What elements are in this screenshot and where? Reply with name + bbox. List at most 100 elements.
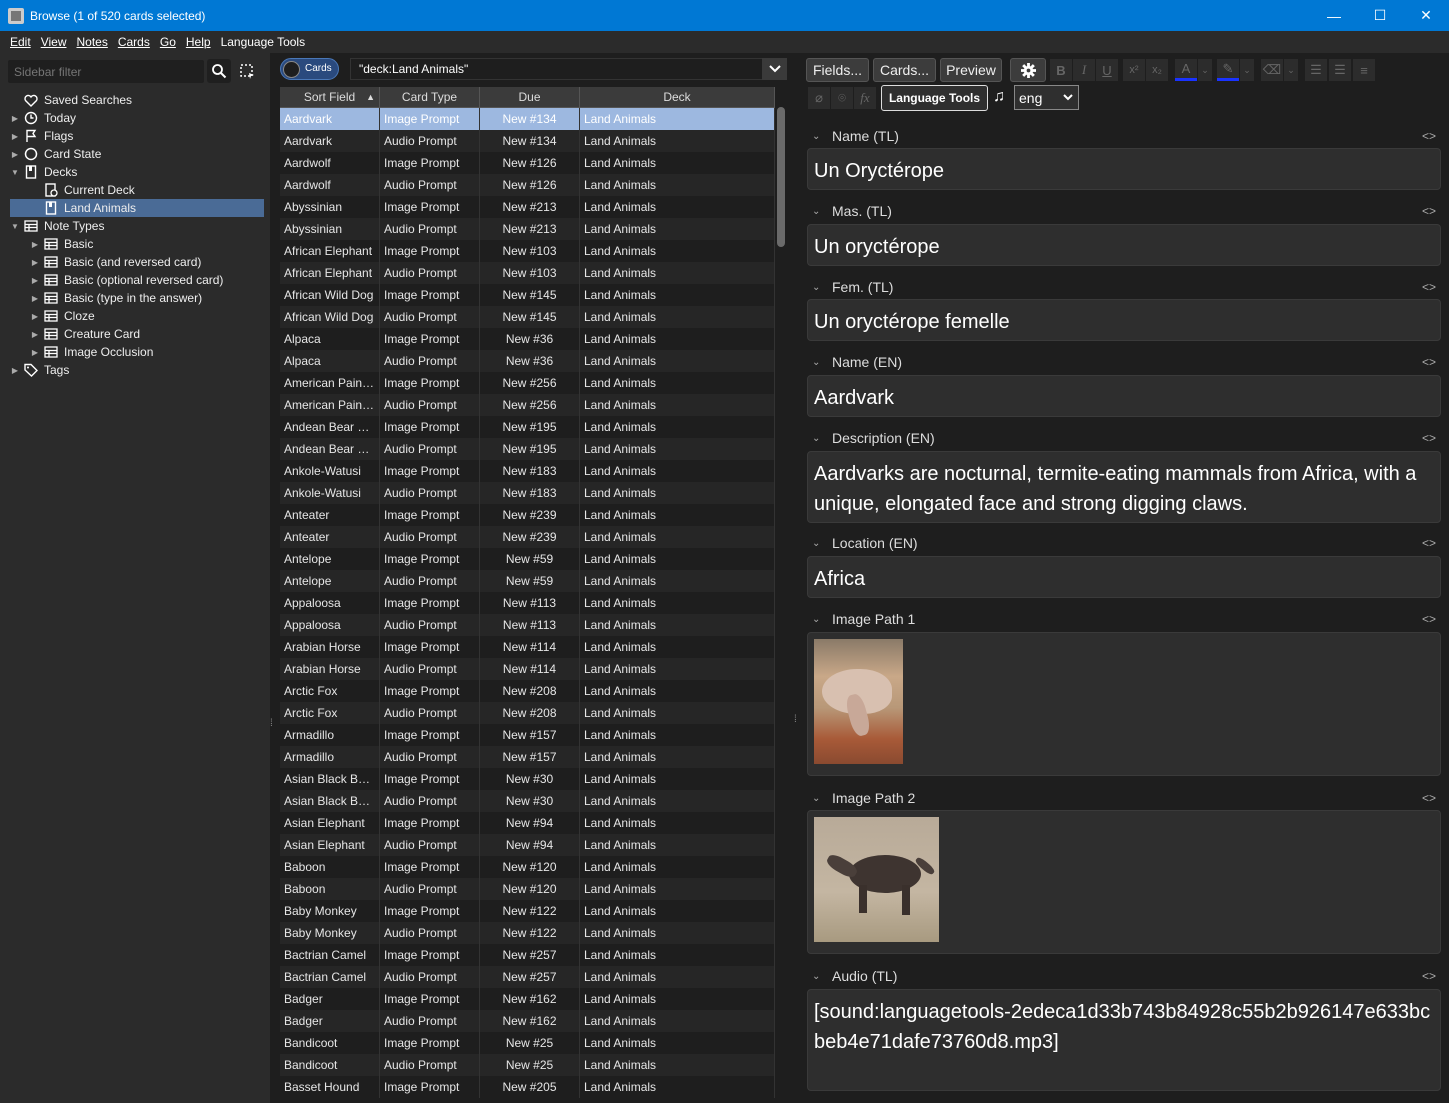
superscript-icon[interactable]: x²	[1123, 59, 1145, 81]
sidebar-splitter[interactable]: ⁞	[270, 718, 273, 732]
table-row[interactable]: Baby Monkey Image Prompt New #122 Land Anim…	[280, 900, 775, 922]
sidebar-item-basic-and-reversed-card[interactable]: ▶ Basic (and reversed card)	[10, 253, 264, 271]
sidebar-item-saved-searches[interactable]: Saved Searches	[10, 91, 264, 109]
sidebar-item-land-animals[interactable]: Land Animals	[10, 199, 264, 217]
settings-button[interactable]	[1010, 58, 1046, 82]
collapsed-arrow-icon[interactable]: ▶	[30, 289, 40, 307]
menu-view[interactable]: View	[36, 35, 72, 49]
italic-icon[interactable]: I	[1073, 59, 1095, 81]
html-editor-toggle-icon[interactable]: <>	[1422, 969, 1436, 983]
table-row[interactable]: Baboon Audio Prompt New #120 Land Animals	[280, 878, 775, 900]
column-header-card-type[interactable]: Card Type	[380, 87, 480, 107]
expanded-arrow-icon[interactable]: ▼	[10, 163, 20, 181]
table-row[interactable]: Bandicoot Audio Prompt New #25 Land Animals	[280, 1054, 775, 1076]
table-row[interactable]: Abyssinian Audio Prompt New #213 Land Anima…	[280, 218, 775, 240]
sidebar-item-current-deck[interactable]: Current Deck	[10, 181, 264, 199]
sidebar-item-creature-card[interactable]: ▶ Creature Card	[10, 325, 264, 343]
sidebar-item-image-occlusion[interactable]: ▶ Image Occlusion	[10, 343, 264, 361]
table-row[interactable]: Andean Bear … Audio Prompt New #195 Land An…	[280, 438, 775, 460]
table-row[interactable]: Arctic Fox Audio Prompt New #208 Land Anima…	[280, 702, 775, 724]
collapsed-arrow-icon[interactable]: ▶	[30, 235, 40, 253]
sidebar-item-flags[interactable]: ▶ Flags	[10, 127, 264, 145]
editor-splitter[interactable]: ⁞	[794, 714, 797, 728]
maximize-button[interactable]: ☐	[1357, 0, 1403, 31]
table-row[interactable]: Appaloosa Audio Prompt New #113 Land Animal…	[280, 614, 775, 636]
collapse-field-icon[interactable]: ⌄	[812, 131, 826, 142]
cards-button[interactable]: Cards...	[873, 58, 936, 82]
collapsed-arrow-icon[interactable]: ▶	[30, 307, 40, 325]
field-input-image-path-2[interactable]	[807, 810, 1441, 954]
table-row[interactable]: Aardwolf Audio Prompt New #126 Land Animals	[280, 174, 775, 196]
html-editor-toggle-icon[interactable]: <>	[1422, 612, 1436, 626]
table-row[interactable]: Ankole-Watusi Audio Prompt New #183 Land An…	[280, 482, 775, 504]
menu-edit[interactable]: Edit	[5, 35, 36, 49]
chevron-down-icon[interactable]: ⌄	[1284, 59, 1298, 81]
bold-icon[interactable]: B	[1050, 59, 1072, 81]
field-input-mas-tl[interactable]: Un oryctérope	[807, 224, 1441, 266]
html-editor-toggle-icon[interactable]: <>	[1422, 204, 1436, 218]
collapse-field-icon[interactable]: ⌄	[812, 793, 826, 804]
highlight-icon[interactable]: ✎	[1217, 59, 1239, 81]
fields-button[interactable]: Fields...	[806, 58, 869, 82]
menu-cards[interactable]: Cards	[113, 35, 155, 49]
collapsed-arrow-icon[interactable]: ▶	[30, 325, 40, 343]
column-header-sort-field[interactable]: Sort Field ▲	[280, 87, 380, 107]
collapsed-arrow-icon[interactable]: ▶	[30, 343, 40, 361]
table-row[interactable]: Armadillo Audio Prompt New #157 Land Animal…	[280, 746, 775, 768]
collapsed-arrow-icon[interactable]: ▶	[30, 271, 40, 289]
table-row[interactable]: Badger Audio Prompt New #162 Land Animals	[280, 1010, 775, 1032]
preview-button[interactable]: Preview	[940, 58, 1002, 82]
collapse-field-icon[interactable]: ⌄	[812, 206, 826, 217]
menu-notes[interactable]: Notes	[71, 35, 112, 49]
language-select[interactable]: eng	[1014, 85, 1079, 110]
sidebar-item-basic-optional-reversed-card[interactable]: ▶ Basic (optional reversed card)	[10, 271, 264, 289]
cards-notes-toggle[interactable]: Cards	[280, 58, 339, 80]
table-row[interactable]: Anteater Image Prompt New #239 Land Animals	[280, 504, 775, 526]
table-row[interactable]: African Wild Dog Image Prompt New #145 Land…	[280, 284, 775, 306]
field-input-audio-tl[interactable]: [sound:languagetools-2edeca1d33b743b8492…	[807, 989, 1441, 1091]
table-row[interactable]: Appaloosa Image Prompt New #113 Land Animal…	[280, 592, 775, 614]
table-row[interactable]: Andean Bear … Image Prompt New #195 Land An…	[280, 416, 775, 438]
table-row[interactable]: Abyssinian Image Prompt New #213 Land Anima…	[280, 196, 775, 218]
menu-go[interactable]: Go	[155, 35, 181, 49]
chevron-down-icon[interactable]: ⌄	[1198, 59, 1212, 81]
field-input-name-tl[interactable]: Un Oryctérope	[807, 148, 1441, 190]
collapsed-arrow-icon[interactable]: ▶	[10, 109, 20, 127]
table-row[interactable]: Alpaca Audio Prompt New #36 Land Animals	[280, 350, 775, 372]
collapse-field-icon[interactable]: ⌄	[812, 357, 826, 368]
collapse-field-icon[interactable]: ⌄	[812, 971, 826, 982]
music-note-icon[interactable]: ♫	[993, 88, 1005, 106]
table-row[interactable]: Arabian Horse Image Prompt New #114 Land An…	[280, 636, 775, 658]
search-history-dropdown[interactable]	[762, 58, 787, 80]
sidebar-filter-input[interactable]	[8, 60, 204, 83]
table-row[interactable]: Asian Black B… Image Prompt New #30 Land An…	[280, 768, 775, 790]
sidebar-item-tags[interactable]: ▶ Tags	[10, 361, 264, 379]
table-row[interactable]: Arctic Fox Image Prompt New #208 Land Anima…	[280, 680, 775, 702]
collapsed-arrow-icon[interactable]: ▶	[10, 145, 20, 163]
table-scrollbar[interactable]	[775, 87, 787, 1103]
table-row[interactable]: Baboon Image Prompt New #120 Land Animals	[280, 856, 775, 878]
select-mode-button[interactable]	[235, 59, 259, 83]
chevron-down-icon[interactable]: ⌄	[1240, 59, 1254, 81]
table-row[interactable]: Bactrian Camel Image Prompt New #257 Land A…	[280, 944, 775, 966]
close-button[interactable]: ✕	[1403, 0, 1449, 31]
table-row[interactable]: African Elephant Image Prompt New #103 Land…	[280, 240, 775, 262]
search-input[interactable]: "deck:Land Animals"	[350, 58, 787, 80]
html-editor-toggle-icon[interactable]: <>	[1422, 431, 1436, 445]
collapse-field-icon[interactable]: ⌄	[812, 614, 826, 625]
align-icon[interactable]: ≡	[1353, 59, 1375, 81]
column-header-due[interactable]: Due	[480, 87, 580, 107]
table-row[interactable]: Ankole-Watusi Image Prompt New #183 Land An…	[280, 460, 775, 482]
table-row[interactable]: Aardvark Audio Prompt New #134 Land Animals	[280, 130, 775, 152]
sidebar-item-basic-type-in-the-answer[interactable]: ▶ Basic (type in the answer)	[10, 289, 264, 307]
function-icon[interactable]: fx	[854, 87, 876, 109]
html-editor-toggle-icon[interactable]: <>	[1422, 129, 1436, 143]
table-row[interactable]: American Pain… Audio Prompt New #256 Land A…	[280, 394, 775, 416]
numbered-list-icon[interactable]: ☰	[1329, 59, 1351, 81]
field-input-location-en[interactable]: Africa	[807, 556, 1441, 598]
eraser-icon[interactable]: ⌫	[1261, 59, 1283, 81]
table-row[interactable]: Aardwolf Image Prompt New #126 Land Animals	[280, 152, 775, 174]
sidebar-item-cloze[interactable]: ▶ Cloze	[10, 307, 264, 325]
table-row[interactable]: American Pain… Image Prompt New #256 Land A…	[280, 372, 775, 394]
table-row[interactable]: Basset Hound Image Prompt New #205 Land Ani…	[280, 1076, 775, 1098]
